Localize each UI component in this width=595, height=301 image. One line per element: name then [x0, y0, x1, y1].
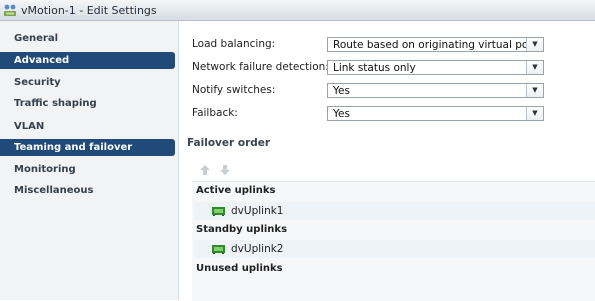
network-portgroup-icon	[4, 4, 16, 16]
dropdown-button[interactable]: ▼	[526, 84, 543, 97]
arrow-up-icon[interactable]	[199, 164, 211, 176]
dropdown-button[interactable]: ▼	[526, 61, 543, 74]
title-bar: vMotion-1 - Edit Settings	[0, 0, 595, 21]
uplink-nic-icon	[212, 245, 225, 254]
network-failure-detection-label: Network failure detection:	[192, 61, 329, 73]
sidebar-item-advanced[interactable]: Advanced	[0, 52, 175, 69]
standby-uplinks-heading: Standby uplinks	[196, 224, 288, 235]
chevron-down-icon: ▼	[532, 86, 538, 94]
sidebar-item-monitoring[interactable]: Monitoring	[0, 161, 175, 178]
notify-switches-value: Yes	[333, 84, 350, 97]
sidebar-item-general[interactable]: General	[0, 30, 175, 47]
failback-select[interactable]: Yes ▼	[327, 106, 544, 121]
load-balancing-label: Load balancing:	[192, 38, 276, 50]
failover-order-heading: Failover order	[187, 137, 271, 149]
sidebar-item-vlan[interactable]: VLAN	[0, 118, 175, 135]
sidebar-item-teaming-and-failover[interactable]: Teaming and failover	[0, 139, 175, 156]
failback-value: Yes	[333, 107, 350, 120]
notify-switches-select[interactable]: Yes ▼	[327, 83, 544, 98]
chevron-down-icon: ▼	[532, 40, 538, 48]
uplink-label: dvUplink1	[231, 205, 284, 217]
settings-sidebar: General Advanced Security Traffic shapin…	[0, 21, 179, 300]
unused-uplinks-heading: Unused uplinks	[196, 263, 283, 274]
sidebar-item-traffic-shaping[interactable]: Traffic shaping	[0, 95, 175, 112]
dropdown-button[interactable]: ▼	[526, 38, 543, 51]
dropdown-button[interactable]: ▼	[526, 107, 543, 120]
window-title: vMotion-1 - Edit Settings	[21, 3, 157, 17]
chevron-down-icon: ▼	[532, 63, 538, 71]
load-balancing-value: Route based on originating virtual port	[333, 38, 526, 51]
network-failure-detection-value: Link status only	[333, 61, 416, 74]
uplink-label: dvUplink2	[231, 243, 284, 255]
chevron-down-icon: ▼	[532, 109, 538, 117]
sidebar-item-security[interactable]: Security	[0, 74, 175, 91]
arrow-down-icon[interactable]	[219, 164, 231, 176]
load-balancing-select[interactable]: Route based on originating virtual port …	[327, 37, 544, 52]
failback-label: Failback:	[192, 107, 238, 119]
uplink-nic-icon	[212, 207, 225, 216]
network-failure-detection-select[interactable]: Link status only ▼	[327, 60, 544, 75]
active-uplinks-heading: Active uplinks	[196, 185, 276, 196]
sidebar-item-miscellaneous[interactable]: Miscellaneous	[0, 182, 175, 199]
notify-switches-label: Notify switches:	[192, 84, 276, 96]
